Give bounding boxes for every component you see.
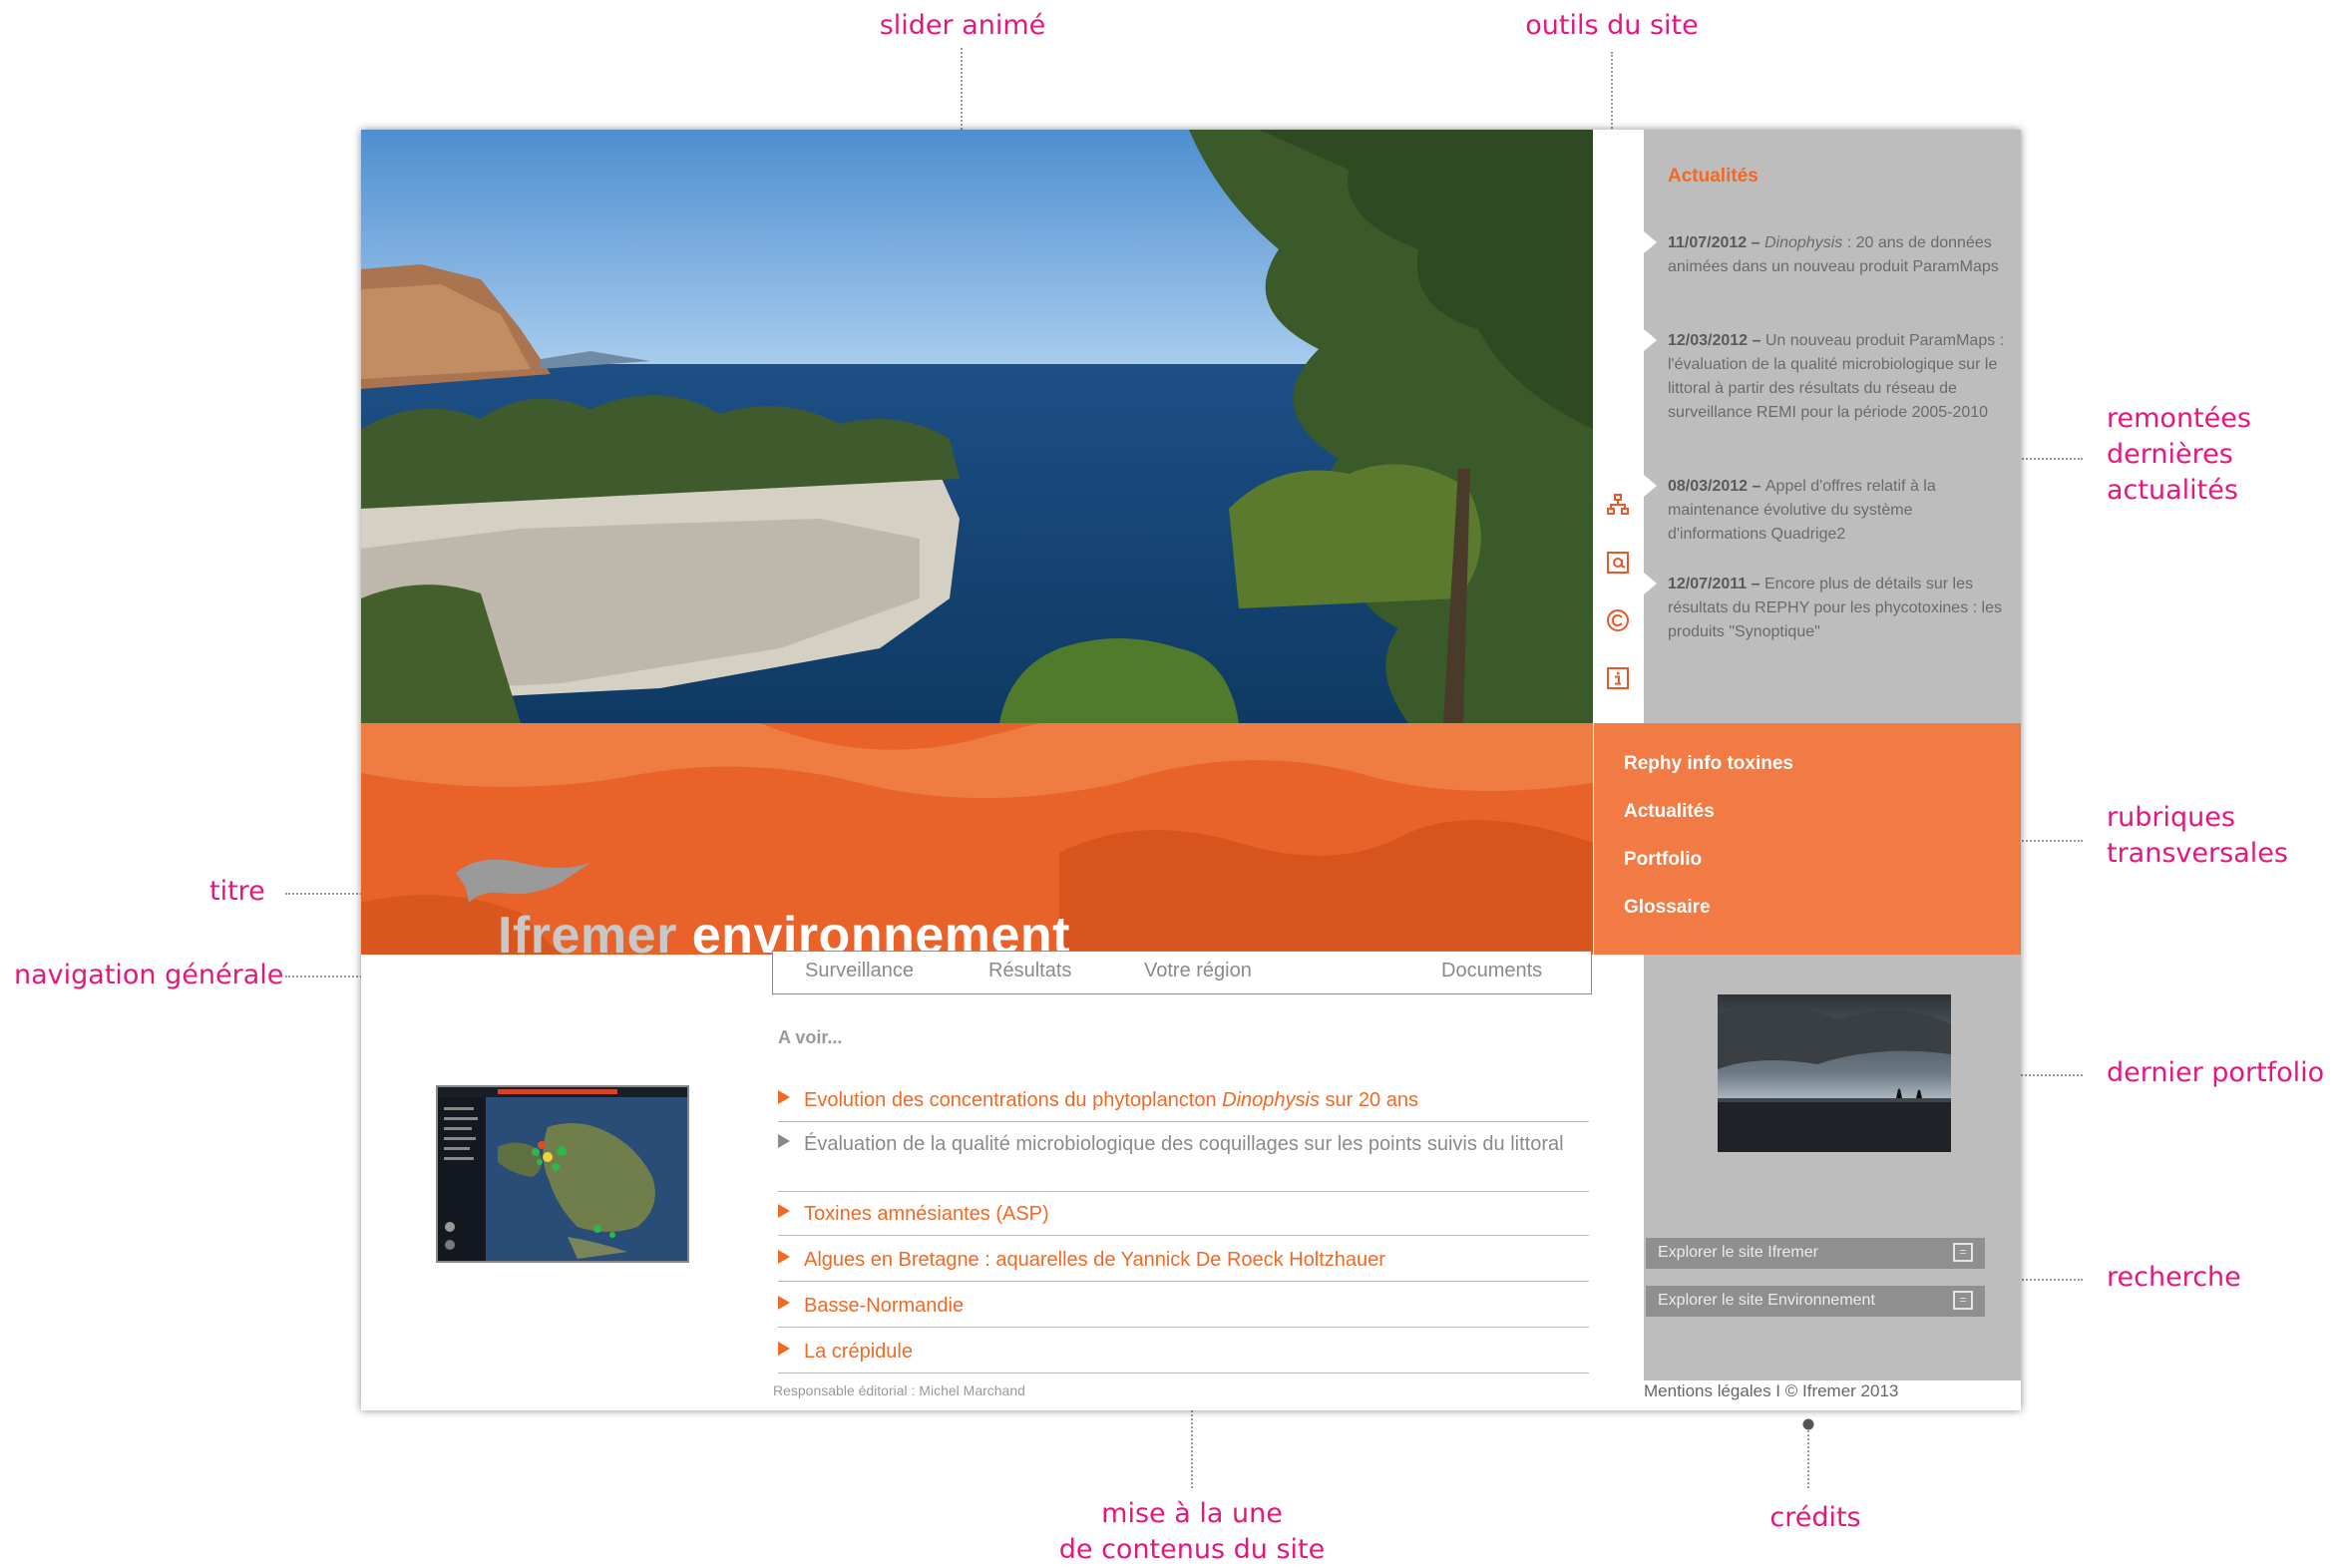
nav-resultats[interactable]: Résultats [988, 960, 1071, 982]
news-item[interactable]: 11/07/2012 – Dinophysis : 20 ans de donn… [1644, 231, 2007, 279]
arrow-right-icon [778, 1296, 790, 1310]
news-emphasis: Dinophysis [1764, 234, 1843, 251]
news-arrow-icon [1644, 475, 1657, 497]
annotation-rubriques: rubriques transversales [2107, 800, 2288, 872]
featured-item-text: Évaluation de la qualité microbiologique… [804, 1133, 1564, 1155]
annotation-news-line3: actualités [2107, 475, 2238, 506]
info-icon[interactable] [1606, 666, 1630, 690]
site-title-ifremer: Ifremer [498, 907, 677, 955]
news-arrow-icon [1644, 231, 1657, 253]
annotation-news-line2: dernières [2107, 439, 2233, 470]
featured-emphasis: Dinophysis [1222, 1089, 1320, 1111]
news-date: 12/07/2011 [1668, 576, 1748, 592]
news-date: 11/07/2012 [1668, 234, 1748, 251]
featured-item[interactable]: Evolution des concentrations du phytopla… [778, 1085, 1589, 1122]
featured-heading: A voir... [778, 1027, 843, 1047]
annotation-navigation: navigation générale [14, 960, 284, 990]
copyright-icon[interactable] [1606, 608, 1630, 632]
map-screenshot [438, 1087, 687, 1261]
annotation-search: recherche [2107, 1262, 2241, 1293]
search-ifremer-button[interactable]: = [1953, 1243, 1973, 1262]
rubrique-portfolio[interactable]: Portfolio [1624, 849, 1702, 871]
legal-credits[interactable]: Mentions légales I © Ifremer 2013 [1644, 1381, 1898, 1401]
annotation-tools: outils du site [1525, 10, 1699, 41]
title-banner: Ifremer environnement [361, 723, 1593, 955]
arrow-right-icon [778, 1250, 790, 1264]
featured-item-text: Toxines amnésiantes (ASP) [804, 1203, 1049, 1225]
portfolio-thumbnail[interactable] [1718, 994, 1951, 1152]
arrow-right-icon [778, 1342, 790, 1356]
nav-votre-region[interactable]: Votre région [1144, 960, 1252, 982]
sitemap-icon[interactable] [1606, 493, 1630, 517]
featured-item[interactable]: Algues en Bretagne : aquarelles de Yanni… [778, 1245, 1589, 1282]
nav-surveillance[interactable]: Surveillance [805, 960, 914, 982]
search-ifremer[interactable]: Explorer le site Ifremer = [1646, 1238, 1985, 1269]
featured-item-text: Algues en Bretagne : aquarelles de Yanni… [804, 1249, 1385, 1271]
main-navigation: Surveillance Résultats Votre région Docu… [772, 951, 1592, 994]
news-arrow-icon [1644, 573, 1657, 594]
arrow-right-icon [778, 1134, 790, 1148]
portfolio-photo [1718, 994, 1951, 1152]
nav-documents[interactable]: Documents [1441, 960, 1542, 982]
news-item[interactable]: 12/07/2011 – Encore plus de détails sur … [1644, 573, 2007, 644]
news-date: 08/03/2012 [1668, 478, 1749, 495]
featured-item[interactable]: La crépidule [778, 1337, 1589, 1373]
news-heading: Actualités [1668, 166, 1759, 187]
featured-item[interactable]: Évaluation de la qualité microbiologique… [778, 1129, 1589, 1192]
news-separator: – [1747, 576, 1764, 592]
news-arrow-icon [1644, 329, 1657, 351]
featured-item-text: Basse-Normandie [804, 1295, 965, 1317]
site-title: Ifremer environnement [498, 906, 1070, 955]
map-thumbnail[interactable] [436, 1085, 689, 1263]
news-item[interactable]: 08/03/2012 – Appel d'offres relatif à la… [1644, 475, 2007, 547]
rubrique-rephy[interactable]: Rephy info toxines [1624, 753, 1793, 775]
editorial-credit: Responsable éditorial : Michel Marchand [773, 1382, 1025, 1398]
site-tools [1593, 130, 1644, 723]
featured-item-text: La crépidule [804, 1341, 913, 1363]
annotation-rubriques-line2: transversales [2107, 838, 2288, 869]
rubrique-actualites[interactable]: Actualités [1624, 801, 1715, 823]
annotation-featured-line1: mise à la une [1101, 1498, 1283, 1529]
featured-text-post: sur 20 ans [1320, 1089, 1418, 1111]
rubrique-glossaire[interactable]: Glossaire [1624, 897, 1711, 919]
annotation-credits: crédits [1769, 1502, 1861, 1533]
search-ifremer-label: Explorer le site Ifremer [1658, 1244, 1818, 1261]
search-environnement-button[interactable]: = [1953, 1291, 1973, 1310]
annotation-rubriques-line1: rubriques [2107, 802, 2235, 833]
annotation-portfolio: dernier portfolio [2107, 1057, 2325, 1088]
email-icon[interactable] [1606, 551, 1630, 575]
website-mockup: Ifremer environnement Actualités 11/07/2… [361, 130, 2021, 1410]
site-title-environnement: environnement [691, 907, 1070, 955]
arrow-right-icon [778, 1090, 790, 1104]
news-item[interactable]: 12/03/2012 – Un nouveau produit ParamMap… [1644, 329, 2007, 425]
search-environnement-label: Explorer le site Environnement [1658, 1292, 1875, 1309]
arrow-right-icon [778, 1204, 790, 1218]
news-separator: – [1748, 478, 1765, 495]
leader-dot [1802, 1418, 1814, 1430]
rubriques-menu: Rephy info toxines Actualités Portfolio … [1594, 723, 2021, 955]
annotation-featured: mise à la une de contenus du site [997, 1496, 1386, 1568]
news-separator: – [1748, 332, 1765, 349]
hero-photo [361, 130, 1593, 723]
news-separator: – [1747, 234, 1764, 251]
featured-item-text: Evolution des concentrations du phytopla… [804, 1085, 1418, 1115]
annotation-slider: slider animé [879, 10, 1046, 41]
featured-item[interactable]: Toxines amnésiantes (ASP) [778, 1199, 1589, 1236]
hero-slider[interactable] [361, 130, 1593, 723]
search-environnement[interactable]: Explorer le site Environnement = [1646, 1286, 1985, 1317]
featured-text: Evolution des concentrations du phytopla… [804, 1089, 1223, 1111]
featured-item[interactable]: Basse-Normandie [778, 1291, 1589, 1328]
annotation-news-line1: remontées [2107, 403, 2251, 434]
leader-line [1807, 1426, 1809, 1488]
annotation-title: titre [209, 876, 265, 907]
annotation-news: remontées dernières actualités [2107, 401, 2251, 509]
news-date: 12/03/2012 [1668, 332, 1749, 349]
